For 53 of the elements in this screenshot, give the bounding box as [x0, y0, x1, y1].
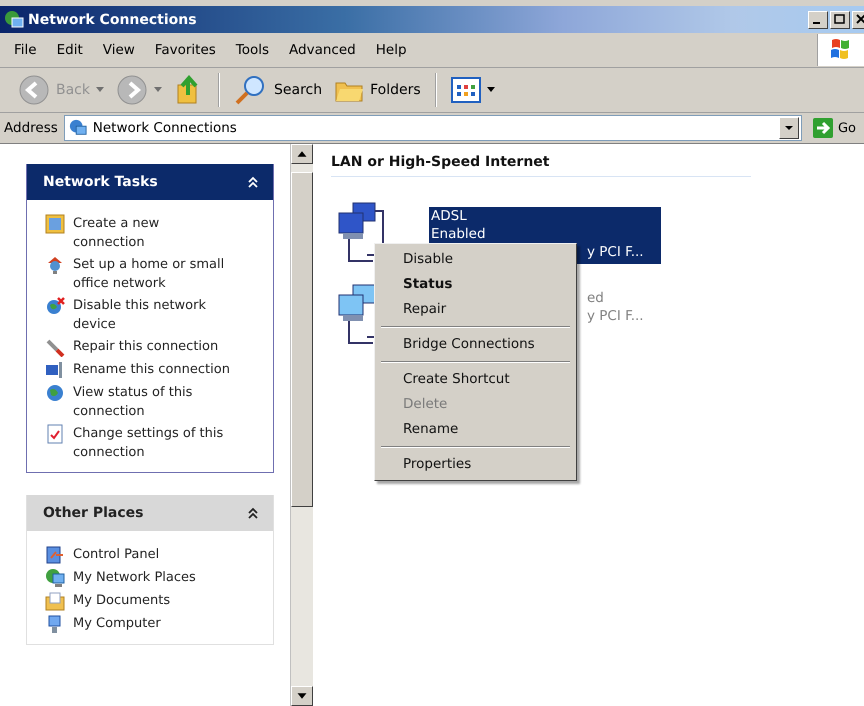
menu-item[interactable]: Tools	[232, 42, 286, 58]
minimize-button[interactable]	[808, 10, 828, 28]
task-link[interactable]: View status of this connection	[45, 383, 265, 421]
checked-document-icon	[45, 424, 65, 444]
window-title: Network Connections	[28, 12, 198, 28]
control-panel-icon	[45, 545, 65, 565]
scroll-down-button[interactable]	[291, 686, 313, 706]
scrollbar[interactable]	[290, 144, 313, 706]
group-heading: LAN or High-Speed Internet	[331, 154, 751, 177]
menu-item[interactable]: Create Shortcut	[377, 367, 574, 392]
go-button[interactable]: Go	[808, 117, 864, 139]
task-link[interactable]: Set up a home or small office network	[45, 255, 265, 293]
maximize-button[interactable]	[830, 10, 850, 28]
task-link[interactable]: My Computer	[45, 614, 265, 634]
menu-item[interactable]: Advanced	[285, 42, 372, 58]
monitor-cursor-icon	[45, 360, 65, 380]
dropdown-button[interactable]	[778, 117, 799, 139]
menu-item[interactable]: Status	[377, 272, 574, 297]
task-link[interactable]: My Network Places	[45, 568, 265, 588]
menu-item[interactable]: Rename	[377, 417, 574, 442]
panel-header[interactable]: Other Places	[27, 495, 273, 531]
collapse-chevron-icon[interactable]	[247, 507, 259, 519]
wrench-icon	[45, 337, 65, 357]
folder-document-icon	[45, 591, 65, 611]
caret-icon[interactable]	[486, 87, 495, 93]
menu-item[interactable]: Edit	[52, 42, 99, 58]
task-link[interactable]: Repair this connection	[45, 337, 265, 357]
search-button[interactable]: Search	[230, 73, 326, 107]
network-globe-icon	[4, 10, 24, 30]
globe-computer-icon	[45, 568, 65, 588]
views-grid-icon	[450, 77, 481, 103]
address-field[interactable]: Network Connections	[64, 115, 802, 141]
task-link[interactable]: Change settings of this connection	[45, 424, 265, 462]
menu-item[interactable]: View	[98, 42, 151, 58]
menu-item[interactable]: Properties	[377, 452, 574, 477]
panel-header[interactable]: Network Tasks	[27, 164, 273, 200]
folders-button[interactable]: Folders	[330, 75, 425, 105]
connection-wizard-icon	[45, 214, 65, 234]
address-label: Address	[4, 120, 58, 136]
menu-item[interactable]: Bridge Connections	[377, 332, 574, 357]
menu-item[interactable]: Repair	[377, 297, 574, 322]
scroll-up-button[interactable]	[291, 144, 313, 164]
globe-x-icon	[45, 296, 65, 316]
globe-icon	[45, 383, 65, 403]
task-link[interactable]: Create a new connection	[45, 214, 265, 252]
task-link[interactable]: Control Panel	[45, 545, 265, 565]
network-globe-icon	[68, 119, 87, 137]
task-link[interactable]: My Documents	[45, 591, 265, 611]
menu-item[interactable]: Favorites	[150, 42, 232, 58]
menu-item[interactable]: File	[10, 42, 53, 58]
task-link[interactable]: Rename this connection	[45, 360, 265, 380]
menu-item[interactable]: Help	[372, 42, 423, 58]
task-link[interactable]: Disable this network device	[45, 296, 265, 334]
